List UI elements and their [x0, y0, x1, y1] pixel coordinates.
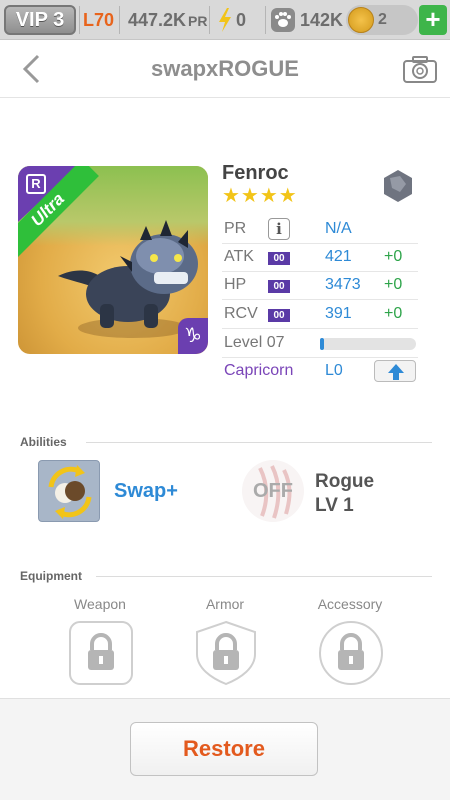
stat-value: 421 — [325, 248, 352, 265]
accessory-column: Accessory — [305, 596, 395, 612]
stone-element-icon[interactable] — [380, 168, 416, 204]
stat-value: 3473 — [325, 276, 361, 293]
rogue-ability-icon[interactable]: OFF — [242, 460, 304, 522]
sign-level: L0 — [325, 362, 343, 379]
ability-info: Rogue LV 1 — [315, 470, 374, 518]
player-level: L70 — [83, 10, 115, 30]
monster-name: Fenroc — [222, 162, 289, 184]
camera-icon[interactable] — [402, 54, 438, 84]
section-divider — [86, 442, 432, 443]
swap-ability-icon[interactable] — [38, 460, 100, 522]
divider — [265, 6, 266, 34]
gem-slot-badge: 00 — [268, 252, 290, 265]
divider — [119, 6, 120, 34]
ability-status: OFF — [253, 480, 293, 502]
stat-label: PR — [224, 220, 247, 237]
up-arrow-icon — [388, 364, 404, 380]
gem-slot-badge: 00 — [268, 280, 290, 293]
stat-bonus: +0 — [384, 248, 403, 265]
armor-slot-lock-icon[interactable] — [193, 620, 259, 686]
monster-level: Level 07 — [224, 334, 285, 351]
equipment-section-label: Equipment — [20, 569, 82, 583]
info-icon[interactable]: i — [268, 218, 290, 240]
weapon-slot-lock-icon[interactable] — [68, 620, 134, 686]
energy-count: 0 — [236, 10, 247, 30]
monster-portrait[interactable]: R Ultra ♑ — [18, 166, 208, 354]
power-unit: PR — [188, 13, 208, 29]
ability-level: LV 1 — [315, 495, 354, 516]
player-power: 447.2K PR — [128, 9, 208, 32]
xp-progress-bar — [320, 338, 416, 350]
add-currency-button[interactable]: + — [419, 5, 447, 35]
divider — [209, 6, 210, 34]
section-divider — [96, 576, 432, 577]
vip-badge[interactable]: VIP 3 — [4, 5, 76, 35]
resource-bar: VIP 3 L70 447.2K PR 0 142K 2 + — [0, 0, 450, 40]
coin-count: 2 — [378, 11, 387, 28]
star-rating: ★★★★ — [222, 185, 298, 207]
armor-column: Armor — [180, 596, 270, 612]
power-value: 447.2K — [128, 10, 187, 30]
divider — [79, 6, 80, 34]
stat-label: ATK — [224, 248, 254, 265]
rarity-badge: R — [26, 174, 46, 194]
stat-bonus: +0 — [384, 305, 403, 322]
sign-upgrade-button[interactable] — [374, 360, 416, 382]
restore-button[interactable]: Restore — [130, 722, 318, 776]
paw-count: 142K — [300, 10, 344, 30]
sign-row: Capricorn L0 — [222, 358, 418, 386]
slot-label: Armor — [205, 596, 245, 612]
slot-label: Weapon — [74, 596, 126, 612]
nav-header: swapxROGUE — [0, 40, 450, 98]
stat-bonus: +0 — [384, 276, 403, 293]
page-title: swapxROGUE — [151, 56, 299, 81]
stat-row-pr: PR i N/A — [222, 216, 418, 244]
slot-label: Accessory — [317, 596, 383, 612]
gem-slot-badge: 00 — [268, 309, 290, 322]
stat-value: N/A — [325, 220, 352, 237]
paw-icon — [271, 8, 295, 32]
xp-progress-fill — [320, 338, 324, 350]
ability-name[interactable]: Swap+ — [114, 480, 178, 503]
ability-name: Rogue — [315, 471, 375, 492]
weapon-column: Weapon — [55, 596, 145, 612]
level-row: Level 07 — [222, 330, 418, 358]
accessory-slot-lock-icon[interactable] — [318, 620, 384, 686]
stat-label: RCV — [224, 305, 258, 322]
coin-icon — [348, 7, 374, 33]
stat-row-rcv: RCV 00 391 +0 — [222, 301, 418, 329]
sign-name: Capricorn — [224, 362, 294, 379]
stat-row-atk: ATK 00 421 +0 — [222, 244, 418, 272]
swap-icon — [48, 465, 92, 519]
capricorn-sign-icon: ♑ — [178, 318, 208, 354]
energy-bolt-icon — [219, 8, 231, 32]
stat-row-hp: HP 00 3473 +0 — [222, 272, 418, 300]
stat-label: HP — [224, 276, 247, 293]
abilities-section-label: Abilities — [20, 435, 67, 449]
stat-value: 391 — [325, 305, 352, 322]
